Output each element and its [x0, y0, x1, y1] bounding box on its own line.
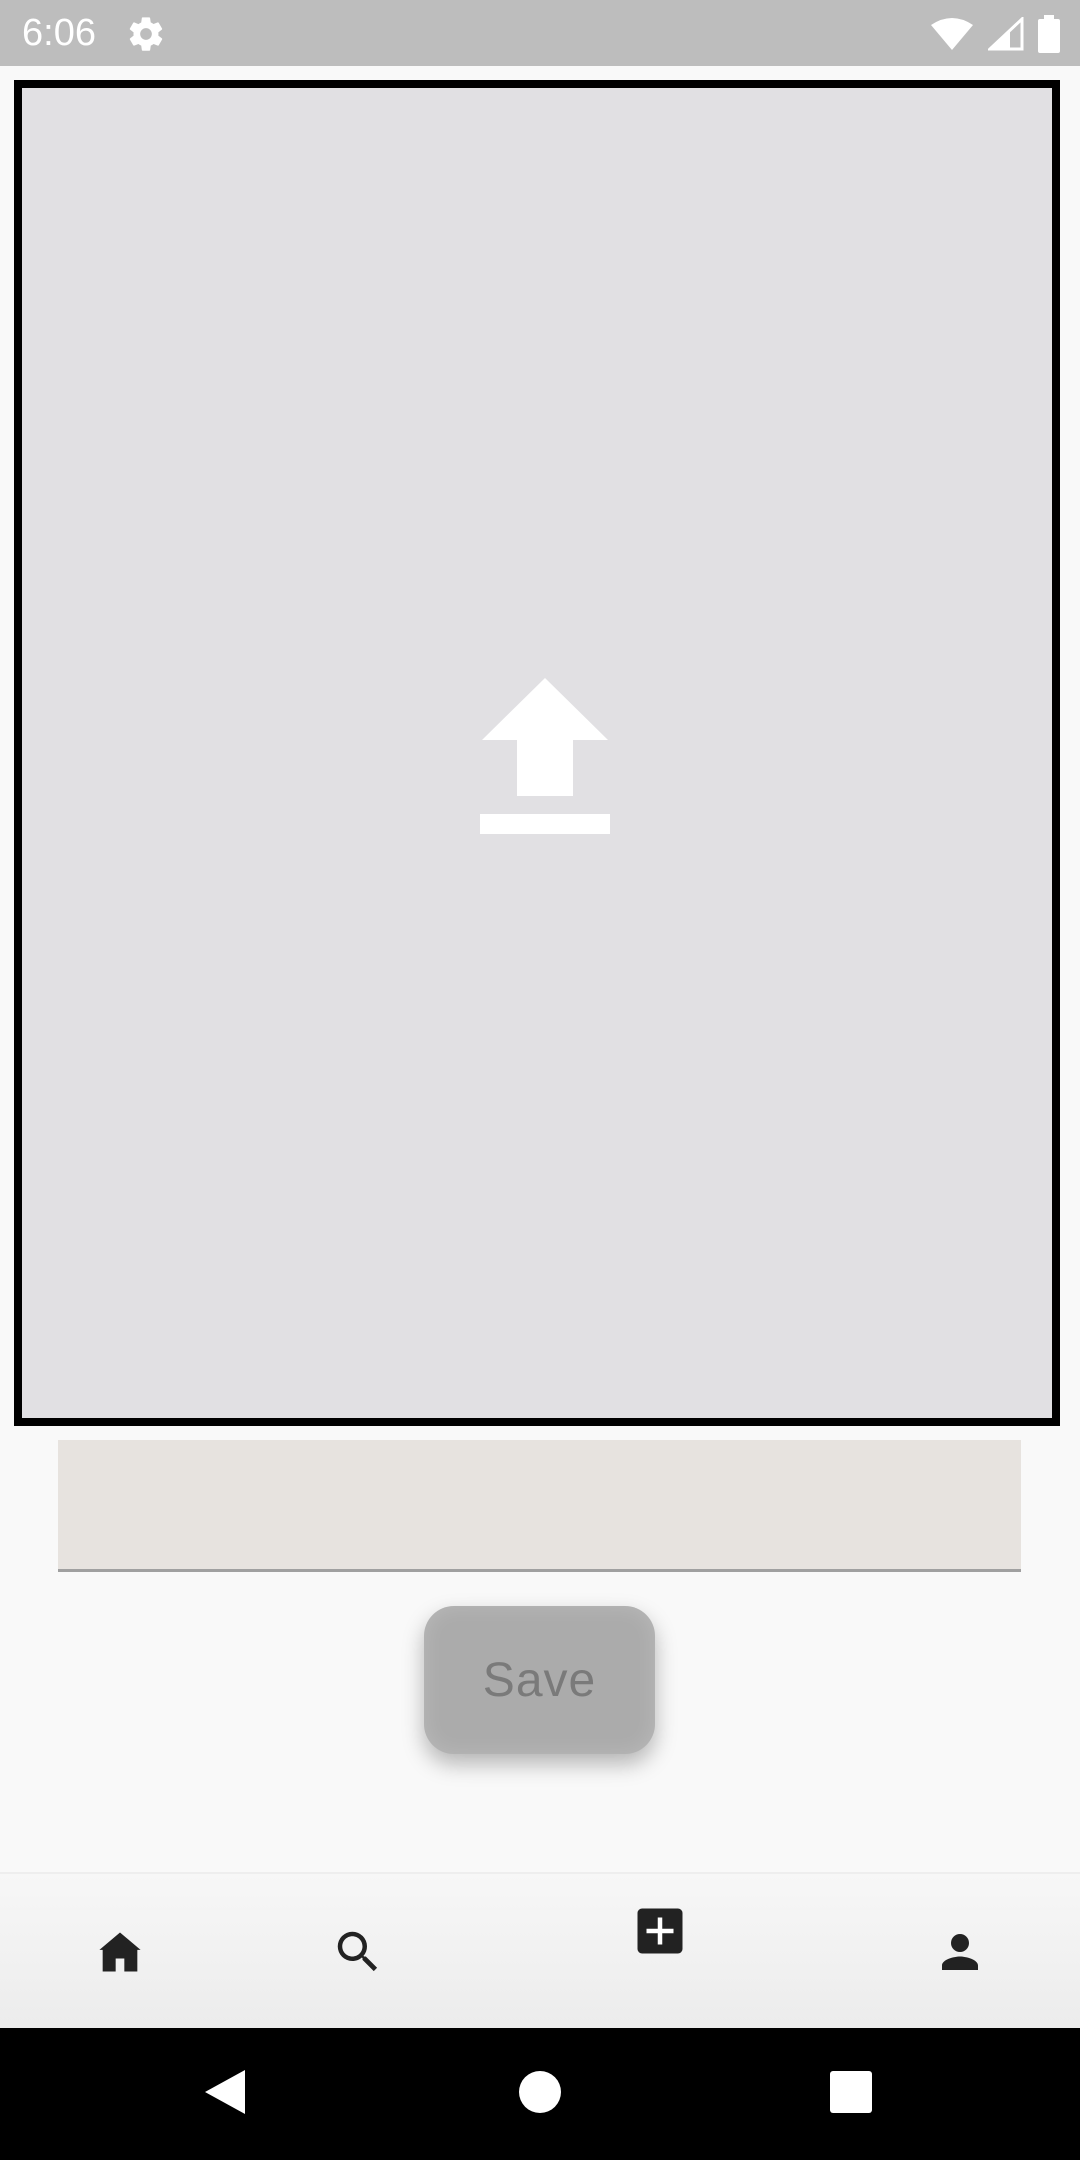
status-icons — [930, 12, 1060, 56]
back-icon — [203, 2068, 247, 2121]
bottom-navigation — [0, 1872, 1080, 2028]
battery-icon — [1038, 15, 1060, 53]
cell-signal-icon — [988, 17, 1024, 51]
nav-add[interactable] — [600, 1874, 720, 2030]
add-box-icon — [633, 1904, 687, 1958]
caption-input[interactable] — [58, 1440, 1021, 1572]
nav-profile[interactable] — [900, 1874, 1020, 2030]
search-icon — [331, 1925, 385, 1979]
save-button[interactable]: Save — [424, 1606, 655, 1754]
back-button[interactable] — [180, 2028, 270, 2160]
person-icon — [933, 1925, 987, 1979]
image-upload-area[interactable] — [14, 80, 1060, 1426]
nav-search[interactable] — [298, 1874, 418, 2030]
system-navigation-bar — [0, 2028, 1080, 2160]
gear-icon — [126, 14, 166, 54]
nav-home[interactable] — [60, 1874, 180, 2030]
recents-icon — [830, 2070, 872, 2118]
status-time: 6:06 — [22, 12, 96, 54]
home-circle-icon — [518, 2070, 562, 2119]
status-bar: 6:06 — [0, 0, 1080, 66]
screen: 6:06 Save — [0, 0, 1080, 2160]
save-button-label: Save — [482, 1653, 597, 1707]
recents-button[interactable] — [806, 2028, 896, 2160]
home-button[interactable] — [495, 2028, 585, 2160]
wifi-icon — [930, 17, 974, 51]
upload-icon — [480, 676, 610, 836]
home-icon — [94, 1926, 146, 1978]
